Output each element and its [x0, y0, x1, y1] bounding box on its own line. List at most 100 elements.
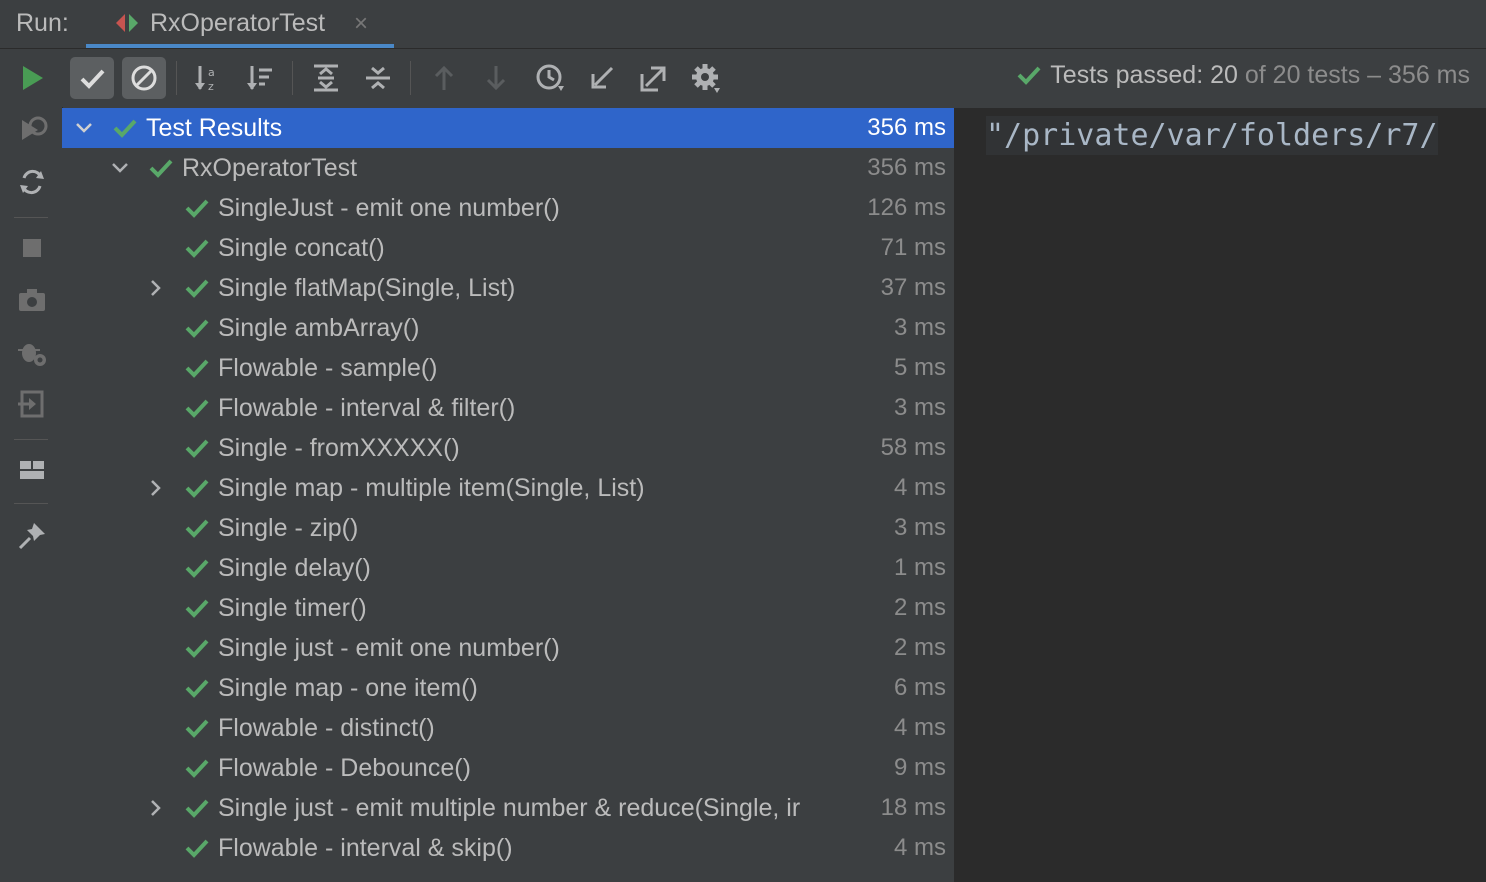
test-row[interactable]: Single map - multiple item(Single, List)… — [62, 468, 954, 508]
duration-label: 37 ms — [876, 274, 946, 302]
rerun-icon[interactable] — [16, 62, 48, 94]
console-output[interactable]: "/private/var/folders/r7/ — [956, 108, 1486, 882]
test-row[interactable]: Flowable - distinct() 4 ms — [62, 708, 954, 748]
import-icon — [591, 66, 614, 89]
passed-check-icon — [184, 317, 210, 339]
test-row[interactable]: Single - fromXXXXX() 58 ms — [62, 428, 954, 468]
duration-label: 5 ms — [889, 354, 946, 382]
sort-by-duration-button[interactable] — [238, 57, 282, 99]
duration-label: 3 ms — [889, 394, 946, 422]
test-name: Flowable - interval & skip() — [218, 834, 513, 862]
show-ignored-button[interactable] — [122, 57, 166, 99]
passed-check-icon — [184, 517, 210, 539]
tree-root-test-results[interactable]: Test Results 356 ms — [62, 108, 954, 148]
passed-check-icon — [184, 797, 210, 819]
duration-label: 4 ms — [889, 474, 946, 502]
toggle-auto-test-icon[interactable] — [16, 166, 48, 198]
test-row[interactable]: Single delay() 1 ms — [62, 548, 954, 588]
toolbar-separator — [292, 61, 293, 95]
sort-by-duration-icon — [247, 66, 272, 90]
passed-check-icon — [184, 237, 210, 259]
status-prefix: Tests passed: — [1050, 61, 1204, 89]
tree-suite-rxoperatortest[interactable]: RxOperatorTest 356 ms — [62, 148, 954, 188]
collapse-all-button[interactable] — [356, 57, 400, 99]
test-name: Single - fromXXXXX() — [218, 434, 460, 462]
checkmark-icon — [80, 69, 105, 89]
chevron-right-icon[interactable] — [144, 796, 168, 820]
sidebar-separator — [14, 503, 48, 504]
import-tests-button[interactable] — [580, 57, 624, 99]
chevron-right-icon[interactable] — [144, 476, 168, 500]
test-name: SingleJust - emit one number() — [218, 194, 560, 222]
test-name: Flowable - Debounce() — [218, 754, 471, 782]
next-failed-button[interactable] — [474, 57, 518, 99]
test-row[interactable]: Single map - one item() 6 ms — [62, 668, 954, 708]
test-row[interactable]: Single timer() 2 ms — [62, 588, 954, 628]
console-line: "/private/var/folders/r7/ — [986, 116, 1438, 155]
test-name: Single timer() — [218, 594, 367, 622]
duration-label: 4 ms — [889, 834, 946, 862]
rerun-failed-icon[interactable] — [16, 114, 48, 146]
test-row[interactable]: Single concat() 71 ms — [62, 228, 954, 268]
duration-label: 356 ms — [863, 114, 946, 142]
svg-text:a: a — [208, 66, 215, 79]
duration-label: 4 ms — [889, 714, 946, 742]
test-row[interactable]: Single ambArray() 3 ms — [62, 308, 954, 348]
expand-all-button[interactable] — [304, 57, 348, 99]
tab-rxoperatortest[interactable]: RxOperatorTest × — [86, 0, 394, 48]
arrow-down-icon — [486, 66, 506, 91]
test-name: Single just - emit one number() — [218, 634, 560, 662]
ignored-icon — [131, 65, 157, 91]
duration-label: 58 ms — [876, 434, 946, 462]
sidebar-separator — [14, 217, 48, 218]
test-row[interactable]: Flowable - interval & filter() 3 ms — [62, 388, 954, 428]
test-row[interactable]: Flowable - Debounce() 9 ms — [62, 748, 954, 788]
passed-check-icon — [184, 197, 210, 219]
test-row[interactable]: Flowable - sample() 5 ms — [62, 348, 954, 388]
passed-check-icon — [184, 437, 210, 459]
chevron-right-icon[interactable] — [144, 276, 168, 300]
duration-label: 1 ms — [889, 554, 946, 582]
test-row[interactable]: Single flatMap(Single, List) 37 ms — [62, 268, 954, 308]
chevron-down-icon[interactable] — [72, 116, 96, 140]
tree-node-label: Test Results — [146, 114, 283, 142]
test-name: Single concat() — [218, 234, 385, 262]
duration-label: 126 ms — [863, 194, 946, 222]
sort-alphabetically-button[interactable]: az — [186, 57, 230, 99]
passed-check-icon — [184, 717, 210, 739]
test-row[interactable]: Single just - emit multiple number & red… — [62, 788, 954, 828]
duration-label: 2 ms — [889, 594, 946, 622]
duration-label: 6 ms — [889, 674, 946, 702]
duration-label: 18 ms — [876, 794, 946, 822]
test-name: Single - zip() — [218, 514, 359, 542]
test-class-icon — [114, 12, 140, 34]
duration-label: 2 ms — [889, 634, 946, 662]
status-suffix: of 20 tests – 356 ms — [1244, 61, 1470, 89]
debug-settings-icon[interactable] — [16, 336, 48, 368]
stop-icon[interactable] — [16, 232, 48, 264]
test-name: Flowable - interval & filter() — [218, 394, 516, 422]
test-row[interactable]: Single - zip() 3 ms — [62, 508, 954, 548]
chevron-down-icon[interactable] — [108, 156, 132, 180]
pin-icon[interactable] — [16, 520, 48, 552]
passed-check-icon — [184, 597, 210, 619]
test-results-tree: Test Results 356 ms RxOperatorTest 356 m… — [62, 108, 954, 882]
passed-check-icon — [184, 757, 210, 779]
layout-icon[interactable] — [16, 454, 48, 486]
passed-check-icon — [184, 277, 210, 299]
test-row[interactable]: Flowable - interval & skip() 4 ms — [62, 828, 954, 868]
sidebar-separator — [14, 439, 48, 440]
test-history-button[interactable] — [528, 57, 572, 99]
export-tests-button[interactable] — [632, 57, 676, 99]
previous-failed-button[interactable] — [422, 57, 466, 99]
test-row[interactable]: SingleJust - emit one number() 126 ms — [62, 188, 954, 228]
duration-label: 356 ms — [863, 154, 946, 182]
exit-icon[interactable] — [16, 388, 48, 420]
duration-label: 71 ms — [876, 234, 946, 262]
close-icon[interactable]: × — [354, 10, 368, 38]
settings-button[interactable] — [684, 57, 728, 99]
show-passed-button[interactable] — [70, 57, 114, 99]
screenshot-icon[interactable] — [16, 284, 48, 316]
test-row[interactable]: Single just - emit one number() 2 ms — [62, 628, 954, 668]
duration-label: 9 ms — [889, 754, 946, 782]
